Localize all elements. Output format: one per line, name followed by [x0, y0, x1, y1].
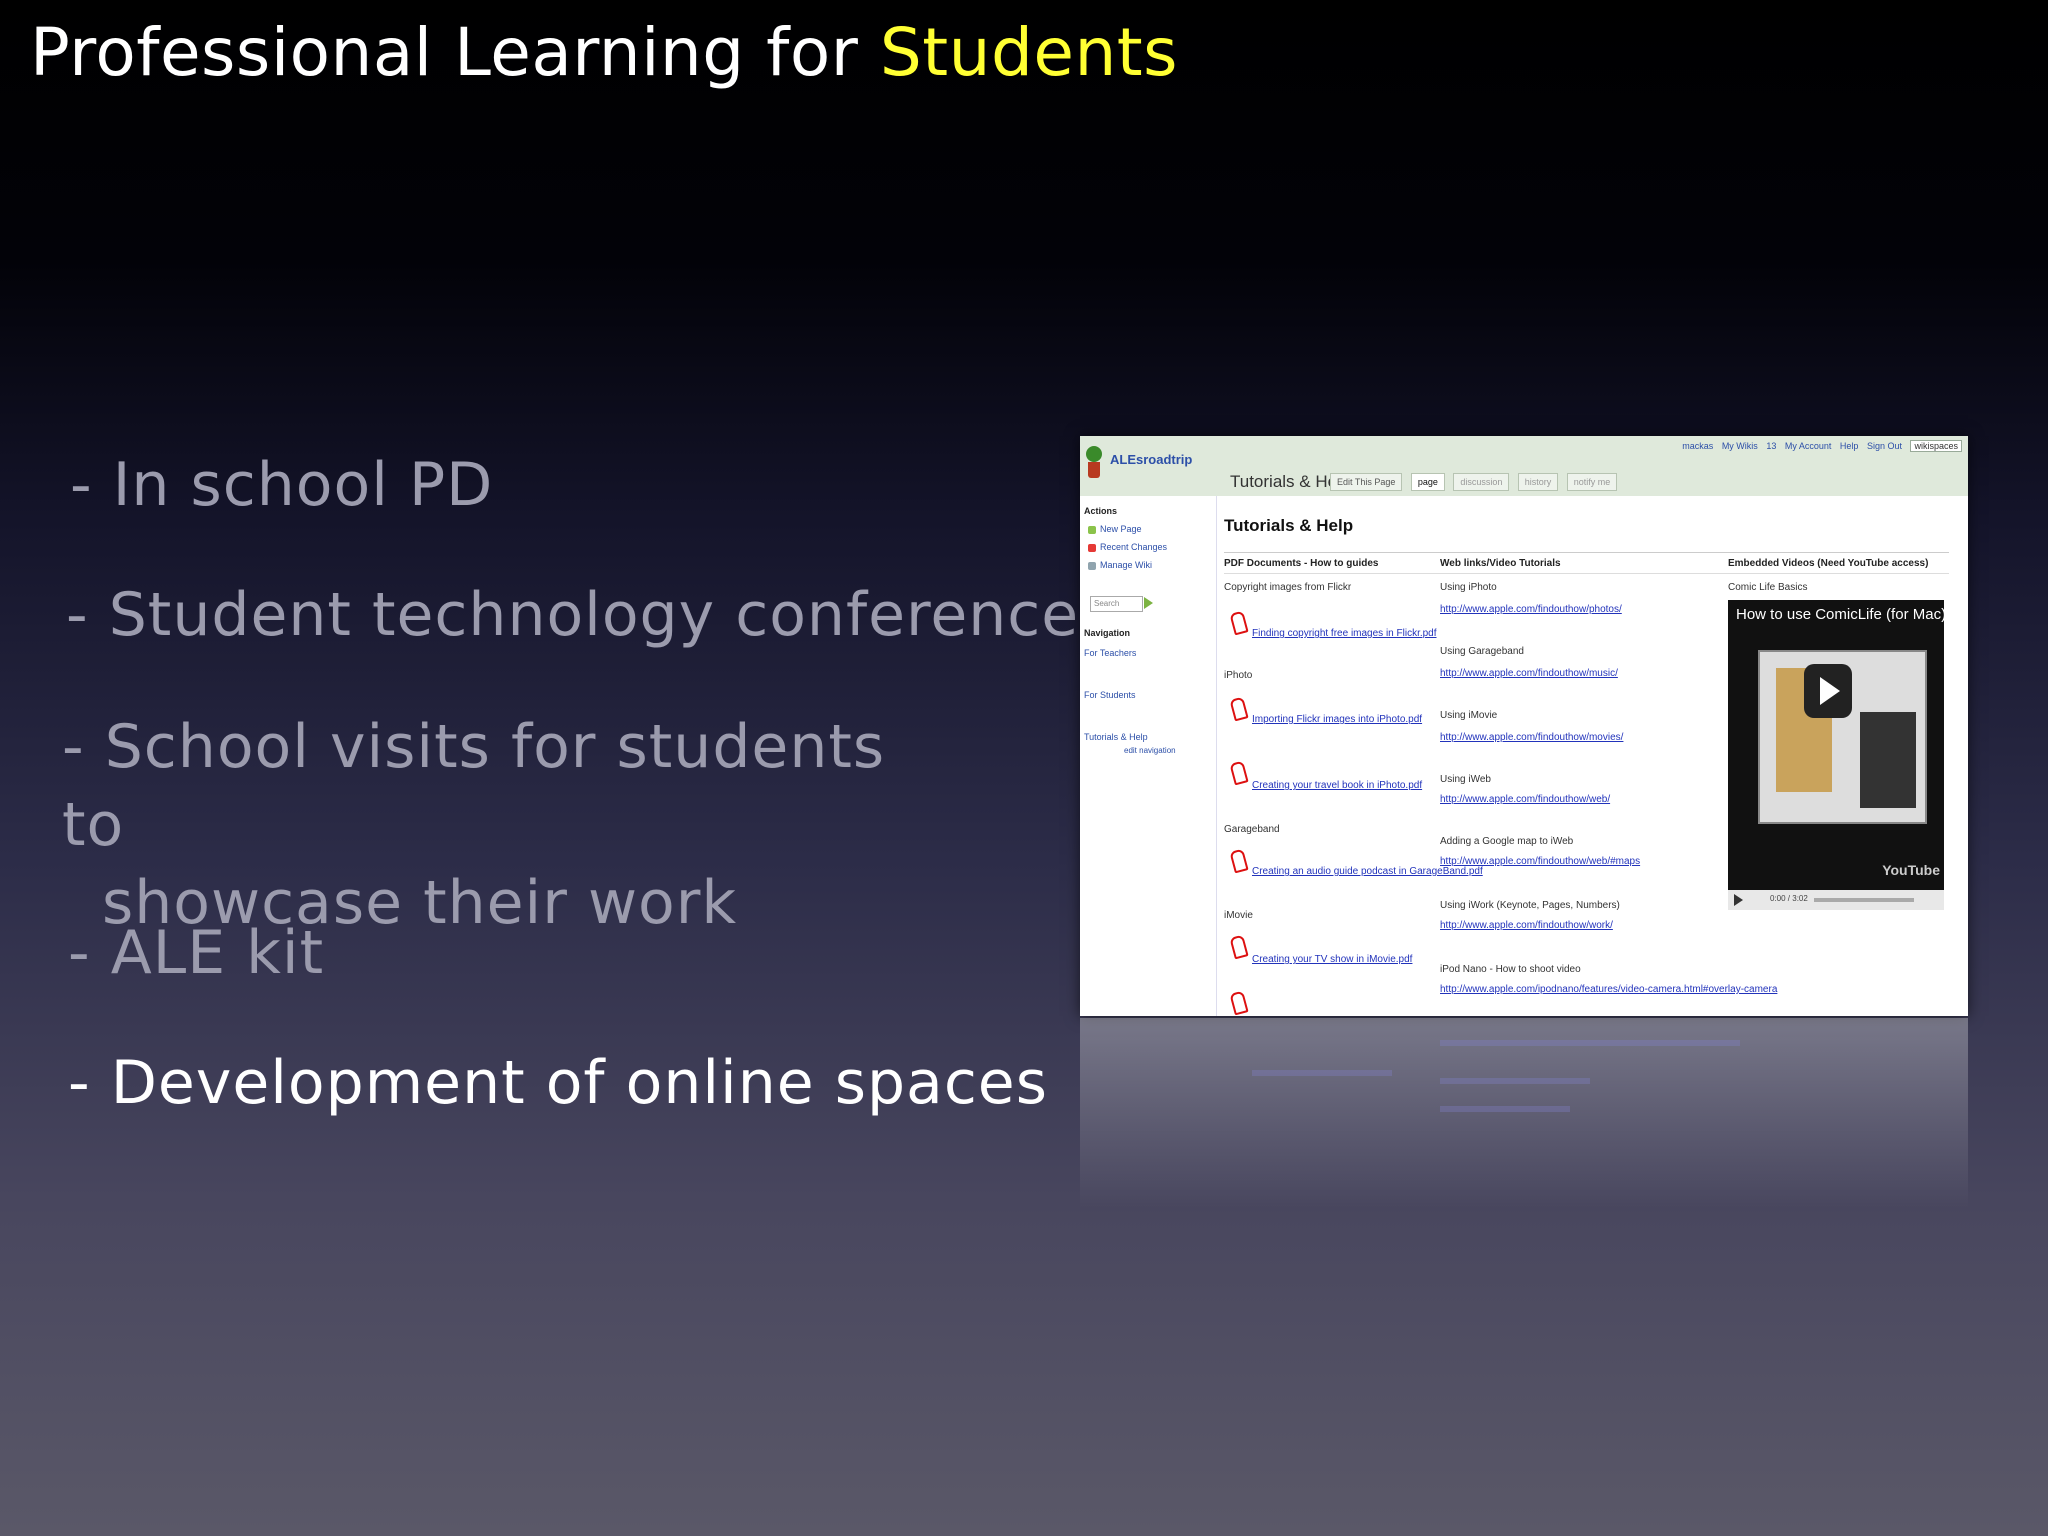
sidebar-item-manage-wiki-label: Manage Wiki — [1100, 560, 1153, 570]
thumbnail-panel-right — [1860, 712, 1916, 808]
web-label-ipod-nano: iPod Nano - How to shoot video — [1440, 964, 1581, 975]
bullet-school-visits-line1: - School visits for students to — [62, 712, 886, 860]
sidebar-item-recent-changes[interactable]: Recent Changes — [1088, 542, 1167, 552]
search-go-icon[interactable] — [1144, 597, 1153, 609]
slide-title-main: Professional Learning for — [30, 14, 880, 91]
sidebar-search-input[interactable]: Search — [1090, 596, 1143, 612]
bullet-student-conferences: - Student technology conferences — [66, 580, 1112, 650]
pdf-group-garageband: Garageband — [1224, 824, 1280, 835]
sidebar-item-tutorials[interactable]: Tutorials & Help — [1084, 732, 1148, 742]
video-controls: 0:00 / 3:02 — [1728, 890, 1944, 910]
pdf-icon — [1228, 698, 1246, 720]
pdf-group-iphoto: iPhoto — [1224, 670, 1253, 681]
pdf-icon — [1228, 992, 1246, 1014]
tab-edit-page[interactable]: Edit This Page — [1330, 473, 1403, 491]
column-web-header: Web links/Video Tutorials — [1440, 558, 1561, 569]
sidebar-item-manage-wiki[interactable]: Manage Wiki — [1088, 560, 1152, 570]
tab-discussion[interactable]: discussion — [1453, 473, 1510, 491]
video-time: 0:00 / 3:02 — [1770, 894, 1808, 903]
user-link-my-wikis[interactable]: My Wikis — [1722, 441, 1758, 451]
user-link-account[interactable]: My Account — [1785, 441, 1832, 451]
pdf-group-copyright: Copyright images from Flickr — [1224, 582, 1352, 593]
sidebar-actions-heading: Actions — [1084, 506, 1118, 516]
pdf-icon — [1228, 612, 1246, 634]
web-link-iwork[interactable]: http://www.apple.com/findouthow/work/ — [1440, 920, 1613, 931]
pdf-link-travel-book[interactable]: Creating your travel book in iPhoto.pdf — [1252, 780, 1422, 791]
web-label-iweb: Using iWeb — [1440, 774, 1491, 785]
column-video-header: Embedded Videos (Need YouTube access) — [1728, 558, 1929, 569]
plant-logo-icon — [1086, 442, 1102, 482]
video-title: How to use ComicLife (for Mac) — [1736, 606, 1947, 623]
wiki-tabs: Edit This Page page discussion history n… — [1330, 472, 1621, 491]
web-label-iwork: Using iWork (Keynote, Pages, Numbers) — [1440, 900, 1620, 911]
bullet-ale-kit: - ALE kit — [68, 918, 325, 988]
sidebar-item-for-students[interactable]: For Students — [1084, 690, 1136, 700]
pdf-link-finding-images[interactable]: Finding copyright free images in Flickr.… — [1252, 628, 1437, 639]
table-header-rule — [1224, 573, 1949, 574]
tab-notify[interactable]: notify me — [1566, 473, 1618, 491]
wiki-screenshot: ALEsroadtrip mackas My Wikis 13 My Accou… — [1080, 436, 1968, 1016]
sidebar-item-for-teachers[interactable]: For Teachers — [1084, 648, 1136, 658]
wiki-header: ALEsroadtrip mackas My Wikis 13 My Accou… — [1080, 436, 1968, 496]
manage-wiki-icon — [1088, 561, 1096, 570]
slide-title: Professional Learning for Students — [30, 14, 1178, 91]
web-link-garageband[interactable]: http://www.apple.com/findouthow/music/ — [1440, 668, 1618, 679]
pdf-link-importing-flickr[interactable]: Importing Flickr images into iPhoto.pdf — [1252, 714, 1422, 725]
youtube-logo: YouTube — [1882, 862, 1940, 878]
reflection-line — [1440, 1106, 1570, 1112]
sidebar-navigation-heading: Navigation — [1084, 628, 1131, 638]
wiki-heading: Tutorials & Help — [1224, 516, 1354, 535]
bullet-in-school-pd: - In school PD — [70, 450, 494, 520]
embedded-video[interactable]: How to use ComicLife (for Mac) YouTube — [1728, 600, 1947, 890]
bullet-school-visits: - School visits for students to showcase… — [62, 708, 962, 942]
reflection-line — [1440, 1078, 1590, 1084]
wiki-sidebar: Actions New Page Recent Changes Manage W… — [1080, 496, 1217, 1016]
wikispaces-badge[interactable]: wikispaces — [1910, 440, 1962, 452]
video-caption: Comic Life Basics — [1728, 582, 1808, 593]
user-link-count: 13 — [1766, 441, 1777, 451]
pdf-icon — [1228, 850, 1246, 872]
pdf-icon — [1228, 936, 1246, 958]
web-label-garageband: Using Garageband — [1440, 646, 1524, 657]
web-link-imovie[interactable]: http://www.apple.com/findouthow/movies/ — [1440, 732, 1623, 743]
pdf-icon — [1228, 762, 1246, 784]
pdf-link-audio-guide[interactable]: Creating an audio guide podcast in Garag… — [1252, 866, 1483, 877]
sidebar-item-recent-changes-label: Recent Changes — [1100, 542, 1168, 552]
reflection-line — [1252, 1070, 1392, 1076]
play-icon[interactable] — [1804, 664, 1852, 718]
bullet-online-spaces: - Development of online spaces — [68, 1048, 1048, 1118]
web-label-imovie: Using iMovie — [1440, 710, 1498, 721]
sidebar-item-new-page-label: New Page — [1100, 524, 1142, 534]
tab-page[interactable]: page — [1410, 473, 1445, 491]
tab-history[interactable]: history — [1517, 473, 1559, 491]
user-link-help[interactable]: Help — [1840, 441, 1859, 451]
slide-title-highlight: Students — [879, 14, 1179, 91]
pdf-group-imovie: iMovie — [1224, 910, 1253, 921]
user-link-username[interactable]: mackas — [1682, 441, 1713, 451]
user-link-signout[interactable]: Sign Out — [1867, 441, 1902, 451]
video-play-icon[interactable] — [1734, 894, 1743, 906]
sidebar-edit-navigation[interactable]: edit navigation — [1124, 746, 1176, 755]
web-label-iphoto: Using iPhoto — [1440, 582, 1497, 593]
recent-changes-icon — [1088, 543, 1096, 552]
column-pdf-header: PDF Documents - How to guides — [1224, 558, 1379, 569]
web-link-iweb[interactable]: http://www.apple.com/findouthow/web/ — [1440, 794, 1610, 805]
pdf-link-tv-show[interactable]: Creating your TV show in iMovie.pdf — [1252, 954, 1412, 965]
web-link-ipod-nano[interactable]: http://www.apple.com/ipodnano/features/v… — [1440, 984, 1777, 995]
table-top-rule — [1224, 552, 1949, 553]
sidebar-item-new-page[interactable]: New Page — [1088, 524, 1142, 534]
web-link-google-map[interactable]: http://www.apple.com/findouthow/web/#map… — [1440, 856, 1640, 867]
user-links: mackas My Wikis 13 My Account Help Sign … — [1676, 440, 1962, 452]
web-link-iphoto[interactable]: http://www.apple.com/findouthow/photos/ — [1440, 604, 1622, 615]
wiki-site-name[interactable]: ALEsroadtrip — [1110, 452, 1192, 467]
new-page-icon — [1088, 525, 1096, 534]
reflection-line — [1440, 1040, 1740, 1046]
screenshot-reflection — [1080, 1018, 1968, 1208]
web-label-google-map: Adding a Google map to iWeb — [1440, 836, 1574, 847]
video-progress-bar[interactable] — [1814, 898, 1914, 902]
